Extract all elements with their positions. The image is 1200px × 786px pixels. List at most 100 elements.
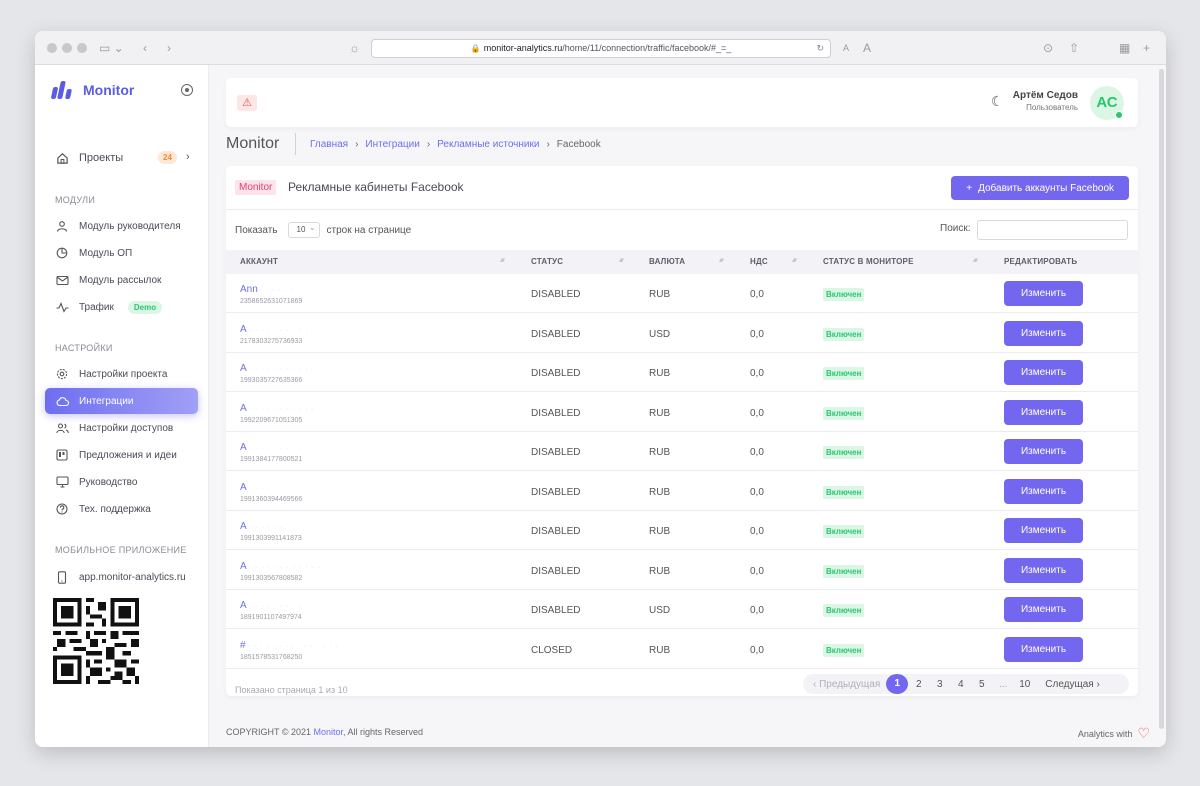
- account-currency: RUB: [649, 644, 671, 656]
- account-name-link[interactable]: A · · · · · · · · · ·: [240, 324, 309, 335]
- pagination-info: Показано страница 1 из 10: [235, 685, 348, 695]
- monitor-status-badge: Включен: [823, 406, 865, 420]
- new-tab-icon[interactable]: +: [1143, 41, 1150, 55]
- show-label: Показать: [235, 224, 278, 236]
- page-button[interactable]: 2: [908, 679, 929, 690]
- account-name-link[interactable]: # · · · · · · · · · · · · · · ·: [240, 640, 339, 651]
- account-name: Ann: [240, 284, 258, 295]
- forward-icon[interactable]: ›: [167, 41, 171, 55]
- page-button[interactable]: 1: [886, 674, 909, 694]
- text-larger-icon[interactable]: A: [863, 41, 871, 55]
- account-name-link[interactable]: A · · · · · · · · · · · ·: [240, 561, 321, 572]
- sidebar-item-traffic[interactable]: Трафик Demo: [45, 294, 198, 320]
- column-header-account[interactable]: АККАУНТ: [240, 257, 278, 266]
- edit-button[interactable]: Изменить: [1004, 281, 1083, 306]
- page-button[interactable]: 3: [929, 679, 950, 690]
- sidebar-item-label: Трафик: [79, 301, 114, 313]
- monitor-status-badge: Включен: [823, 288, 865, 301]
- edit-button[interactable]: Изменить: [1004, 557, 1083, 583]
- account-currency: USD: [649, 328, 671, 340]
- edit-button[interactable]: Изменить: [1004, 320, 1083, 346]
- account-currency: RUB: [649, 289, 671, 300]
- edit-button[interactable]: Изменить: [1004, 360, 1083, 385]
- account-currency: RUB: [649, 526, 671, 537]
- sidebar-pin-icon[interactable]: [181, 84, 193, 96]
- sidebar-toggle-icon[interactable]: ▭ ⌄: [99, 41, 124, 55]
- edit-button[interactable]: Изменить: [1004, 518, 1083, 543]
- download-icon[interactable]: ⊙: [1043, 41, 1053, 55]
- sort-icon[interactable]: ▴▾: [719, 256, 724, 264]
- edit-button[interactable]: Изменить: [1004, 597, 1083, 622]
- edit-button[interactable]: Изменить: [1004, 636, 1083, 662]
- tabs-overview-icon[interactable]: ▦: [1119, 41, 1130, 55]
- table-row: A · · · · · · · · · · 1993035727635366 DISA…: [226, 353, 1138, 392]
- brightness-icon[interactable]: ☼: [349, 41, 360, 55]
- account-name-link[interactable]: A · · · · · · · · ·: [240, 600, 302, 611]
- column-header-vat[interactable]: НДС: [750, 257, 768, 266]
- add-button-label: Добавить аккаунты Facebook: [978, 182, 1114, 194]
- account-name-link[interactable]: A · · · · · · · · · ·: [240, 363, 309, 374]
- page-title: Monitor: [226, 135, 280, 152]
- window-controls[interactable]: [47, 43, 87, 53]
- add-facebook-accounts-button[interactable]: + Добавить аккаунты Facebook: [951, 176, 1129, 200]
- sidebar-item-mobile-app[interactable]: app.monitor-analytics.ru: [45, 564, 198, 590]
- sidebar-item-integrations[interactable]: Интеграции: [45, 388, 198, 414]
- footer-brand-link[interactable]: Monitor: [314, 727, 344, 737]
- pagination-next[interactable]: Следущая ›: [1045, 679, 1100, 690]
- sort-icon[interactable]: ▴▾: [973, 256, 978, 264]
- sort-icon[interactable]: ▴▾: [619, 256, 624, 264]
- address-bar[interactable]: 🔒 monitor-analytics.ru/home/11/connection…: [371, 39, 831, 58]
- breadcrumb-integrations[interactable]: Интеграции: [365, 139, 419, 150]
- rows-per-page-select[interactable]: 10: [287, 221, 320, 238]
- pagination-prev[interactable]: ‹ Предыдущая: [813, 679, 880, 690]
- breadcrumb-separator-icon: ›: [355, 138, 359, 150]
- account-name: A: [240, 323, 247, 335]
- account-name-link[interactable]: A · · · · · · · · · · ·: [240, 403, 315, 414]
- edit-button[interactable]: Изменить: [1004, 478, 1083, 504]
- scrollbar[interactable]: [1159, 69, 1164, 729]
- warning-icon[interactable]: ⚠: [237, 95, 257, 111]
- column-header-status[interactable]: СТАТУС: [531, 257, 563, 266]
- card-title: Рекламные кабинеты Facebook: [288, 180, 464, 194]
- column-header-monitor-status[interactable]: СТАТУС В МОНИТОРЕ: [823, 257, 914, 266]
- sidebar-item-project-settings[interactable]: Настройки проекта: [45, 361, 198, 387]
- sidebar-item-guide[interactable]: Руководство: [45, 469, 198, 495]
- account-status: DISABLED: [531, 407, 581, 419]
- edit-button[interactable]: Изменить: [1004, 439, 1083, 464]
- sidebar-item-sales-module[interactable]: Модуль ОП: [45, 240, 198, 266]
- share-icon[interactable]: ⇧: [1069, 41, 1079, 55]
- table-row: # · · · · · · · · · · · · · · · 1851578531…: [226, 630, 1138, 669]
- user-name[interactable]: Артём Седов: [1013, 90, 1078, 101]
- sidebar-item-support[interactable]: Тех. поддержка: [45, 496, 198, 522]
- account-name-link[interactable]: Ann · · · · · · ·: [240, 284, 301, 295]
- sidebar-item-label: Настройки доступов: [79, 422, 174, 434]
- search-input[interactable]: [977, 220, 1128, 240]
- breadcrumb-ad-sources[interactable]: Рекламные источники: [437, 139, 539, 150]
- account-name-link[interactable]: A · · · · ·: [240, 482, 277, 493]
- breadcrumb-home[interactable]: Главная: [310, 139, 348, 150]
- sidebar-item-access-settings[interactable]: Настройки доступов: [45, 415, 198, 441]
- sidebar-item-manager-module[interactable]: Модуль руководителя: [45, 213, 198, 239]
- dark-mode-toggle-icon[interactable]: ☾: [991, 93, 1004, 110]
- page-button[interactable]: 10: [1014, 679, 1035, 690]
- page-button[interactable]: 5: [971, 679, 992, 690]
- sort-icon[interactable]: ▴▾: [500, 256, 505, 264]
- account-name-link[interactable]: A · · · · · ·: [240, 521, 283, 532]
- text-smaller-icon[interactable]: A: [843, 41, 849, 55]
- back-icon[interactable]: ‹: [143, 41, 147, 55]
- page-button[interactable]: 4: [950, 679, 971, 690]
- url-host: monitor-analytics.ru: [483, 43, 563, 53]
- account-name-link[interactable]: A · · · · · · · · · ·: [240, 442, 309, 453]
- monitor-status-badge: Включен: [823, 485, 865, 499]
- sidebar-item-mailing-module[interactable]: Модуль рассылок: [45, 267, 198, 293]
- sidebar-item-projects[interactable]: Проекты 24 ›: [45, 145, 198, 171]
- reload-icon[interactable]: ↻: [816, 40, 824, 57]
- account-name-redacted: · · · · · · · · · ·: [248, 366, 309, 373]
- brand[interactable]: Monitor: [50, 81, 134, 99]
- account-id: 1991303567808582: [240, 574, 303, 582]
- sidebar-item-ideas[interactable]: Предложения и идеи: [45, 442, 198, 468]
- account-name-redacted: · · · · · ·: [248, 524, 284, 531]
- column-header-currency[interactable]: ВАЛЮТА: [649, 257, 685, 266]
- sort-icon[interactable]: ▴▾: [792, 256, 797, 264]
- edit-button[interactable]: Изменить: [1004, 399, 1083, 425]
